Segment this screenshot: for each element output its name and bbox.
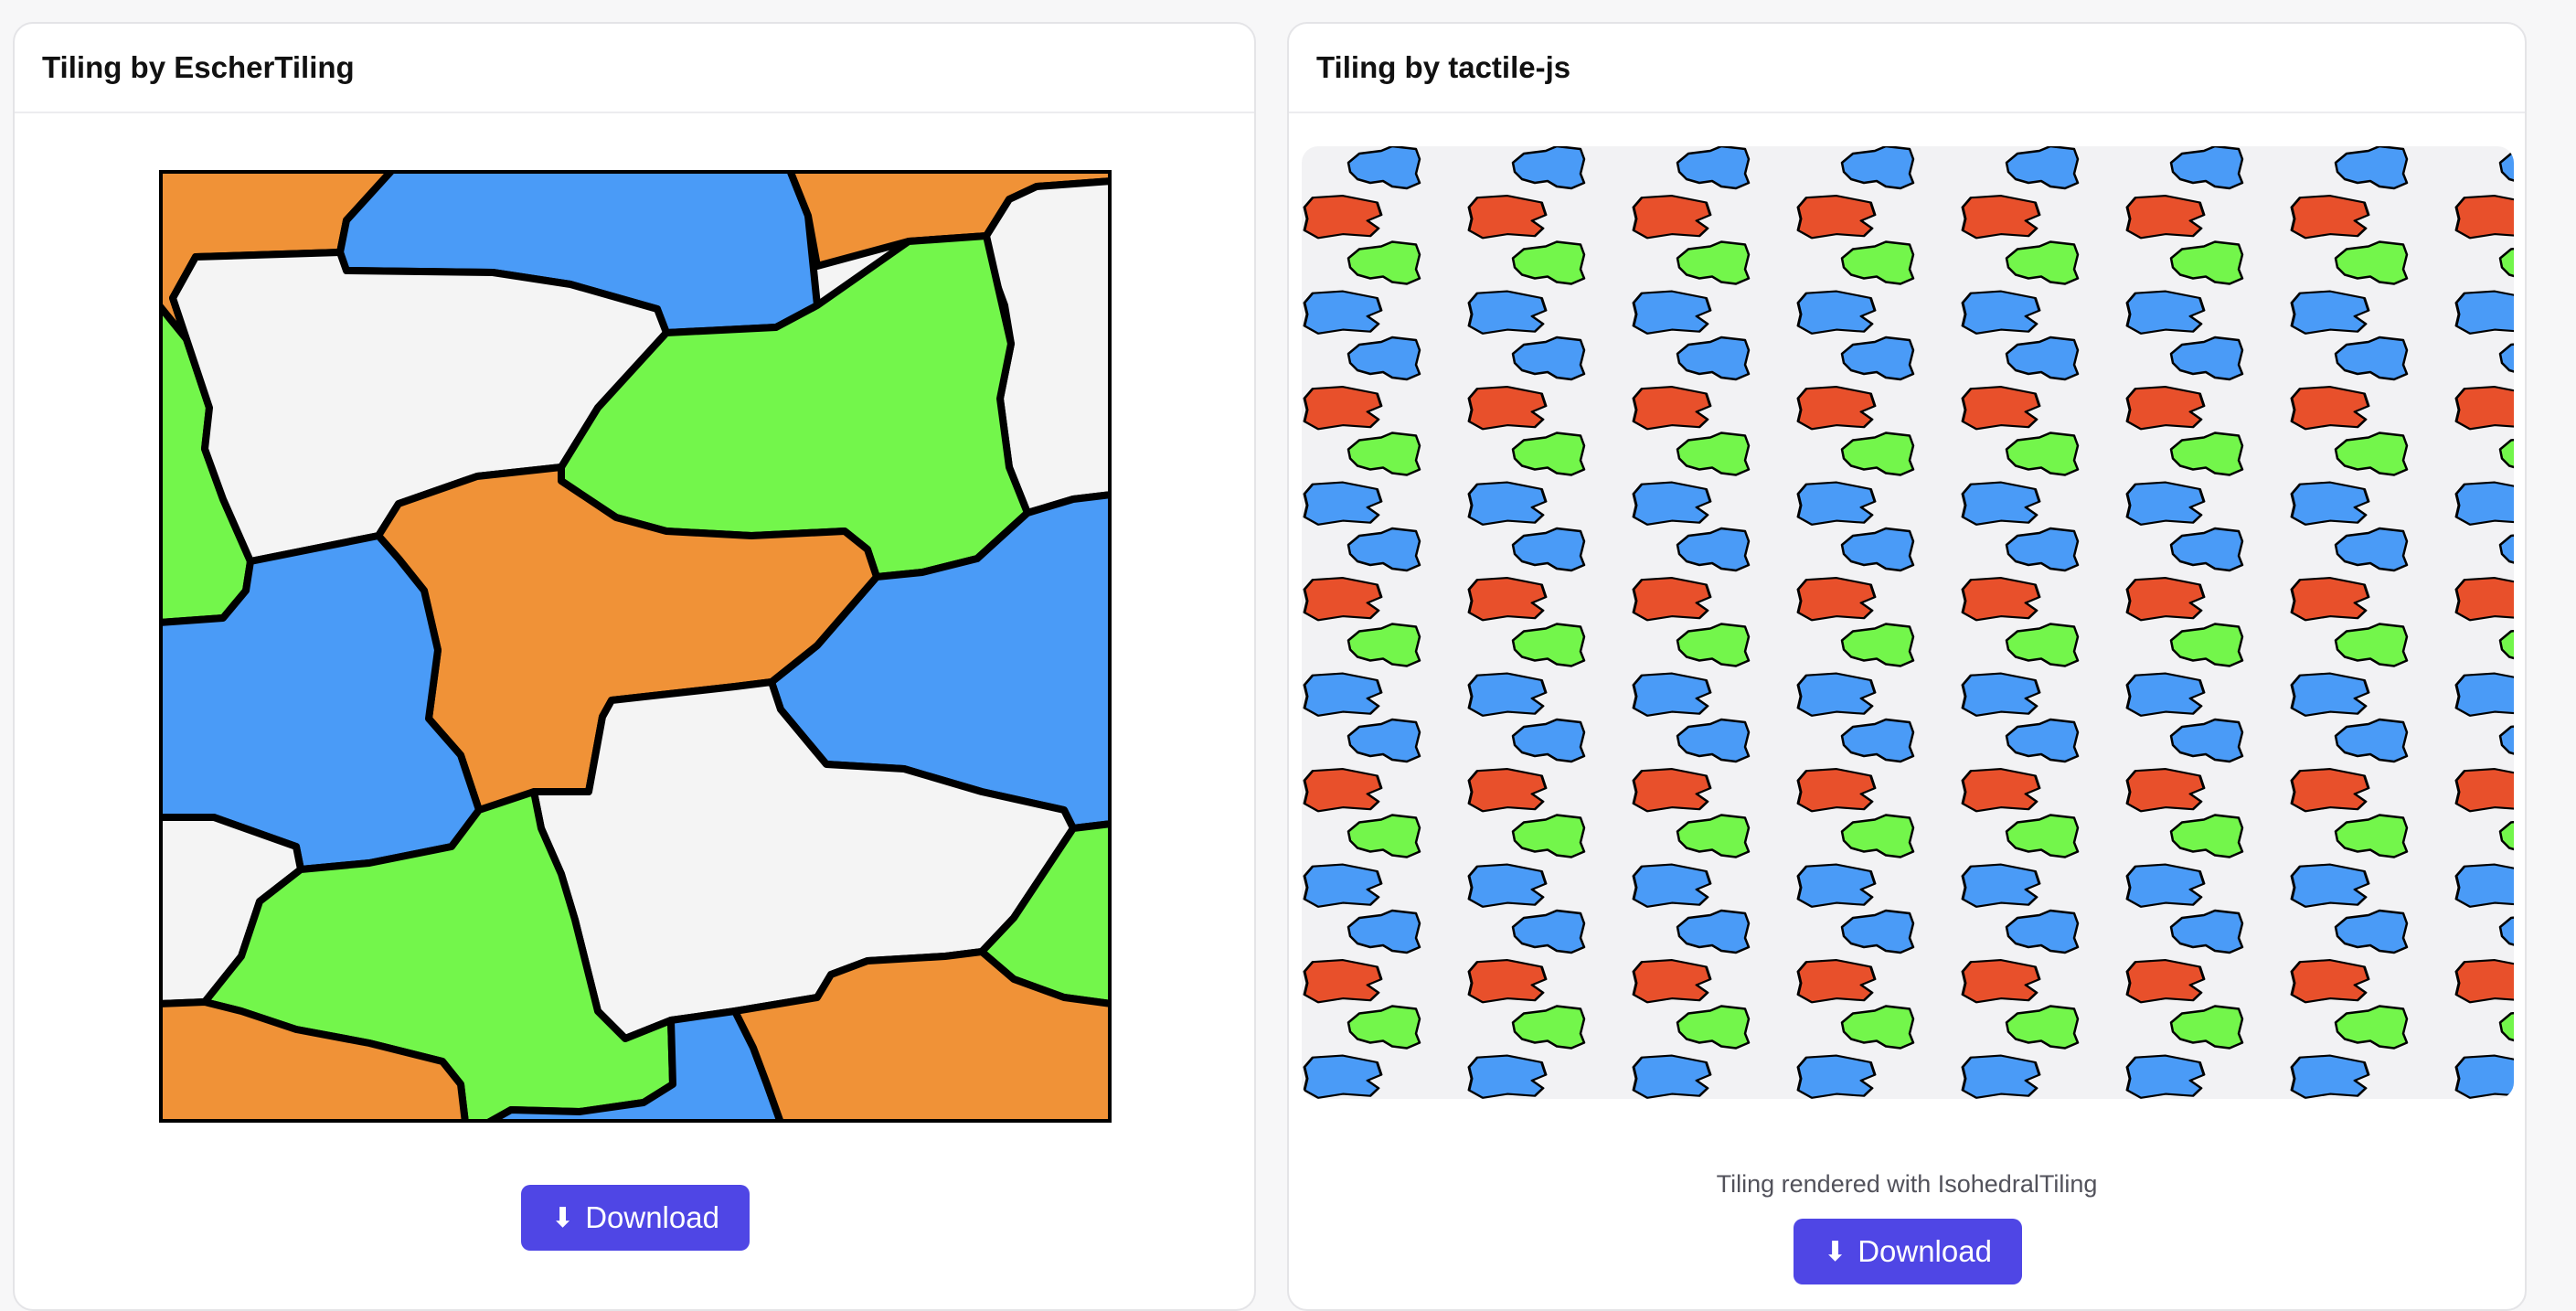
tile-pair bbox=[1467, 527, 1586, 622]
tile-pair bbox=[2125, 909, 2244, 1004]
tile-pair bbox=[2290, 909, 2409, 1004]
tile-pair bbox=[2454, 343, 2514, 431]
tile-pair bbox=[2454, 1011, 2514, 1099]
tile-pair bbox=[1467, 432, 1586, 526]
tile-pair bbox=[1467, 623, 1586, 717]
tile-pair bbox=[2454, 534, 2514, 622]
tile-pair bbox=[2125, 814, 2244, 908]
tile-pair bbox=[1796, 814, 1915, 908]
tile-pair bbox=[1961, 146, 2080, 240]
tactile-tiling-canvas bbox=[1303, 146, 2514, 1099]
tile-pair bbox=[1961, 909, 2080, 1004]
tile-pair bbox=[1467, 146, 1586, 240]
card-header: Tiling by EscherTiling bbox=[15, 24, 1254, 113]
tile-pair bbox=[1961, 623, 2080, 717]
tile-pair bbox=[1303, 623, 1421, 717]
tile-pair bbox=[2290, 336, 2409, 431]
tile-pair bbox=[1303, 240, 1421, 335]
tile-pair bbox=[1632, 909, 1751, 1004]
tile-pair bbox=[2125, 718, 2244, 813]
tile-pair bbox=[1303, 527, 1421, 622]
tile-pair bbox=[1467, 336, 1586, 431]
tile-pair bbox=[2454, 916, 2514, 1004]
tile-pair bbox=[1303, 718, 1421, 813]
tile-pair bbox=[1961, 1005, 2080, 1099]
tile-pair bbox=[1796, 718, 1915, 813]
tile-pair bbox=[1796, 146, 1915, 240]
tile-pair bbox=[2290, 623, 2409, 717]
tiling-caption: Tiling rendered with IsohedralTiling bbox=[1716, 1170, 2098, 1198]
arrow-down-icon: ⬇ bbox=[1824, 1235, 1847, 1268]
tile-pair bbox=[1961, 432, 2080, 526]
tile-pair bbox=[2125, 527, 2244, 622]
card-title: Tiling by EscherTiling bbox=[42, 50, 355, 84]
tile-pair bbox=[1632, 814, 1751, 908]
tile-pair bbox=[1961, 336, 2080, 431]
tile-pair bbox=[1467, 814, 1586, 908]
tile-pair bbox=[1303, 336, 1421, 431]
tile-pair bbox=[2125, 1005, 2244, 1099]
tile-pair bbox=[2290, 1005, 2409, 1099]
tile-pair bbox=[1796, 336, 1915, 431]
tile-pair bbox=[1796, 527, 1915, 622]
tile-pair bbox=[1796, 909, 1915, 1004]
tile-pair bbox=[1632, 146, 1751, 240]
tile-pair bbox=[1467, 718, 1586, 813]
tile-pair bbox=[1303, 1005, 1421, 1099]
tile-pair bbox=[2125, 432, 2244, 526]
tactile-tiling-card: Tiling by tactile-js Tiling rendered wit… bbox=[1287, 22, 2527, 1311]
tile-pair bbox=[2454, 247, 2514, 335]
tile-pair bbox=[1303, 909, 1421, 1004]
tile-pair bbox=[2290, 146, 2409, 240]
tile-pair bbox=[1303, 814, 1421, 908]
download-label: Download bbox=[1857, 1234, 1992, 1268]
tile-pair bbox=[2290, 240, 2409, 335]
tile-pair bbox=[1796, 432, 1915, 526]
tile-pair bbox=[1632, 240, 1751, 335]
tile-pair bbox=[1303, 432, 1421, 526]
download-button[interactable]: ⬇ Download bbox=[1794, 1219, 2022, 1284]
tile-pair bbox=[1632, 718, 1751, 813]
tile-pair bbox=[2125, 336, 2244, 431]
tile-pair bbox=[2454, 725, 2514, 813]
tile-pair bbox=[2125, 146, 2244, 240]
download-label: Download bbox=[585, 1200, 719, 1234]
tile-pair bbox=[2454, 438, 2514, 526]
tile-pair bbox=[2290, 527, 2409, 622]
tile-pair bbox=[1796, 623, 1915, 717]
tile-pair bbox=[2454, 820, 2514, 908]
tile-pair bbox=[1961, 527, 2080, 622]
tactile-tiling-image bbox=[1302, 146, 2514, 1099]
tile-pair bbox=[1467, 909, 1586, 1004]
tile-pair bbox=[1632, 336, 1751, 431]
tile-pair bbox=[2290, 432, 2409, 526]
tile-pair bbox=[2125, 240, 2244, 335]
escher-tiling-image bbox=[159, 170, 1112, 1123]
escher-tiling-card: Tiling by EscherTiling ⬇ Download bbox=[13, 22, 1256, 1311]
card-title: Tiling by tactile-js bbox=[1316, 50, 1571, 84]
tile-pair bbox=[1961, 718, 2080, 813]
tile-pair bbox=[1961, 240, 2080, 335]
tile-pair bbox=[1467, 1005, 1586, 1099]
tile-pair bbox=[1303, 146, 1421, 240]
tile-pair bbox=[2454, 629, 2514, 717]
tile-pair bbox=[1796, 240, 1915, 335]
tile-pair bbox=[1632, 1005, 1751, 1099]
escher-tiling-canvas bbox=[159, 170, 1112, 1123]
tile-pair bbox=[1796, 1005, 1915, 1099]
tile-pair bbox=[2454, 152, 2514, 240]
tile-pair bbox=[1467, 240, 1586, 335]
tile-pair bbox=[1632, 623, 1751, 717]
tile-pair bbox=[2125, 623, 2244, 717]
tile-pair bbox=[1632, 527, 1751, 622]
tile-pair bbox=[2290, 718, 2409, 813]
arrow-down-icon: ⬇ bbox=[551, 1201, 575, 1234]
tile-pair bbox=[1961, 814, 2080, 908]
card-header: Tiling by tactile-js bbox=[1289, 24, 2525, 113]
download-button[interactable]: ⬇ Download bbox=[521, 1185, 750, 1251]
tile-pair bbox=[2290, 814, 2409, 908]
tile-pair bbox=[1632, 432, 1751, 526]
